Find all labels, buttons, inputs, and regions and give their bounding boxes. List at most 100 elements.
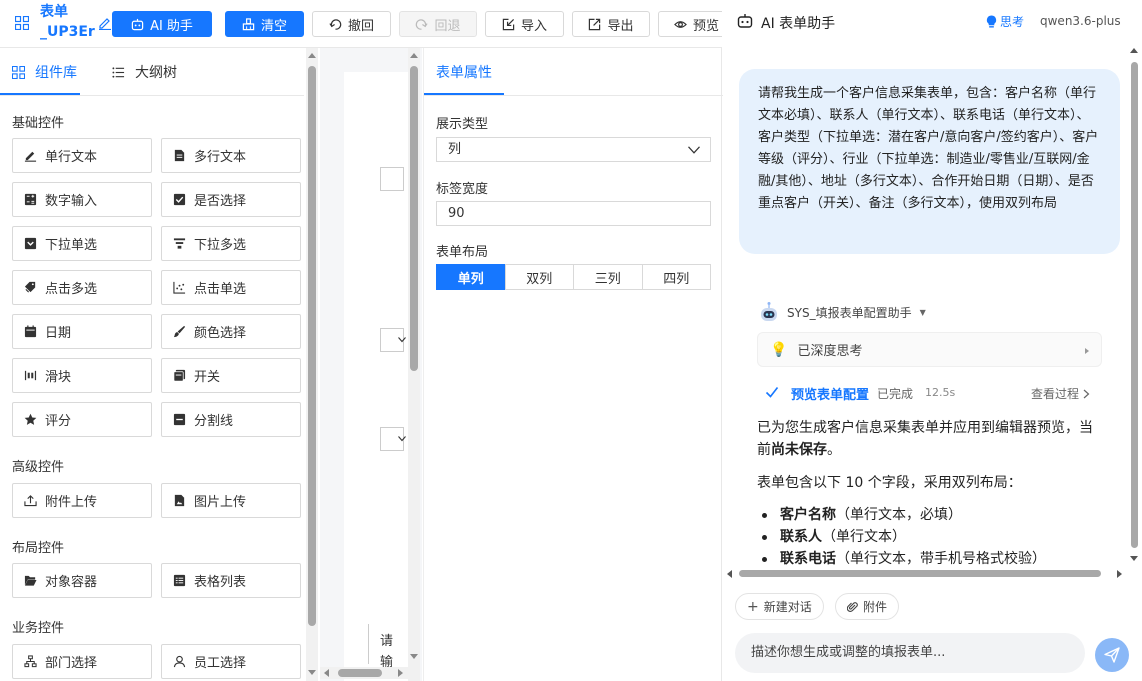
chat-h-scrollbar[interactable] <box>723 568 1128 580</box>
upload-icon <box>24 495 37 507</box>
thinking-label: 已深度思考 <box>797 344 863 359</box>
canvas-h-scroll-thumb[interactable] <box>338 669 382 677</box>
comp-attachment-upload[interactable]: 附件上传 <box>12 483 152 518</box>
comp-table-list[interactable]: 表格列表 <box>161 563 301 598</box>
scroll-left-arrow-icon[interactable] <box>727 570 732 578</box>
comp-click-single[interactable]: 点击单选 <box>161 270 301 305</box>
edit-pencil-icon[interactable] <box>98 16 112 30</box>
checkbox-icon <box>173 193 186 206</box>
model-selector[interactable]: qwen3.6-plus <box>1040 14 1121 28</box>
comp-label: 图片上传 <box>194 495 247 510</box>
palette-scroll-thumb[interactable] <box>308 66 316 626</box>
scroll-up-arrow-icon[interactable] <box>1130 48 1138 53</box>
comp-image-upload[interactable]: 图片上传 <box>161 483 301 518</box>
check-icon <box>765 387 779 398</box>
comp-number-input[interactable]: 数字输入 <box>12 182 152 217</box>
send-button[interactable] <box>1095 638 1129 672</box>
tab-outline-label: 大纲树 <box>135 65 177 81</box>
chat-scroll-thumb[interactable] <box>1131 62 1138 548</box>
think-label: 思考 <box>1000 15 1025 29</box>
comp-dropdown-multi[interactable]: 下拉多选 <box>161 226 301 261</box>
bot-name: SYS_填报表单配置助手 <box>787 305 912 320</box>
comp-single-line-text[interactable]: 单行文本 <box>12 138 152 173</box>
attach-button[interactable]: 附件 <box>835 593 900 620</box>
comp-yes-no-select[interactable]: 是否选择 <box>161 182 301 217</box>
label-width-input[interactable]: 90 <box>436 201 711 226</box>
comp-department-select[interactable]: 部门选择 <box>12 644 152 679</box>
comp-dropdown-single[interactable]: 下拉单选 <box>12 226 152 261</box>
comp-divider[interactable]: 分割线 <box>161 402 301 437</box>
chat-input[interactable]: 描述你想生成或调整的填报表单... <box>735 633 1085 673</box>
comp-date[interactable]: 日期 <box>12 314 152 349</box>
step-name[interactable]: 预览表单配置 <box>791 384 869 403</box>
display-type-value: 列 <box>448 142 462 157</box>
bot-identity[interactable]: SYS_填报表单配置助手 ▼ <box>759 301 926 323</box>
scroll-up-arrow-icon[interactable] <box>410 53 418 58</box>
scroll-down-arrow-icon[interactable] <box>410 654 418 659</box>
new-chat-button[interactable]: + 新建对话 <box>735 593 824 620</box>
redo-button[interactable]: 回退 <box>399 11 477 37</box>
canvas-scroll-thumb[interactable] <box>410 66 418 371</box>
tab-components[interactable]: 组件库 <box>12 62 77 82</box>
layout-option-quad[interactable]: 四列 <box>641 264 711 290</box>
scroll-right-arrow-icon[interactable] <box>398 669 403 677</box>
clear-button[interactable]: 清空 <box>225 11 304 37</box>
list-item: 联系电话（单行文本，带手机号格式校验） <box>757 548 1102 570</box>
scroll-down-arrow-icon[interactable] <box>1130 556 1138 561</box>
scroll-left-arrow-icon[interactable] <box>324 669 329 677</box>
scroll-down-arrow-icon[interactable] <box>308 670 316 675</box>
canvas-field-box[interactable] <box>380 167 404 191</box>
canvas-select-box[interactable] <box>380 328 406 352</box>
layout-option-double[interactable]: 双列 <box>504 264 574 290</box>
field-name: 客户名称 <box>780 507 836 523</box>
tab-form-properties[interactable]: 表单属性 <box>436 62 492 82</box>
comp-switch[interactable]: 开关 <box>161 358 301 393</box>
ai-helper-button[interactable]: AI 助手 <box>112 11 212 37</box>
comp-label: 对象容器 <box>45 575 98 590</box>
canvas-scrollbar[interactable] <box>408 48 420 681</box>
comp-object-container[interactable]: 对象容器 <box>12 563 152 598</box>
group-title-basic: 基础控件 <box>12 116 65 131</box>
star-icon <box>24 413 37 425</box>
chat-scrollbar[interactable] <box>1128 44 1140 566</box>
thinking-collapsible[interactable]: 💡 已深度思考 <box>757 332 1102 367</box>
comp-color-picker[interactable]: 颜色选择 <box>161 314 301 349</box>
view-process-link[interactable]: 查看过程 <box>1031 385 1090 402</box>
paperclip-icon <box>847 601 858 612</box>
comp-rating[interactable]: 评分 <box>12 402 152 437</box>
comp-click-multi[interactable]: 点击多选 <box>12 270 152 305</box>
lightbulb-icon: 💡 <box>770 341 788 358</box>
field-desc: （单行文本，带手机号格式校验） <box>836 551 1046 567</box>
grid-icon <box>12 65 25 79</box>
palette-scrollbar[interactable] <box>306 48 318 681</box>
display-type-select[interactable]: 列 <box>436 137 711 162</box>
layout-option-triple[interactable]: 三列 <box>573 264 643 290</box>
user-message-bubble: 请帮我生成一个客户信息采集表单，包含：客户名称（单行文本必填）、联系人（单行文本… <box>739 69 1120 254</box>
tag-icon <box>24 281 36 293</box>
export-button[interactable]: 导出 <box>572 11 650 37</box>
think-toggle[interactable]: 思考 <box>986 13 1024 30</box>
comp-label: 分割线 <box>194 414 234 429</box>
tab-outline[interactable]: 大纲树 <box>112 62 177 82</box>
comp-label: 点击多选 <box>45 282 98 297</box>
scroll-up-arrow-icon[interactable] <box>308 53 316 58</box>
chat-h-scroll-thumb[interactable] <box>739 570 1101 577</box>
comp-label: 颜色选择 <box>194 326 247 341</box>
filter-icon <box>173 238 186 249</box>
comp-multi-line-text[interactable]: 多行文本 <box>161 138 301 173</box>
preview-button[interactable]: 预览 <box>658 11 722 37</box>
layout-option-single[interactable]: 单列 <box>436 264 506 290</box>
undo-button[interactable]: 撤回 <box>312 11 391 37</box>
field-desc: （单行文本，必填） <box>836 507 962 523</box>
top-toolbar: 表单_UP3Er AI 助手 清空 撤回 回退 导入 导出 预览 <box>0 0 722 48</box>
switch-icon <box>173 369 186 382</box>
canvas-select-box[interactable] <box>380 427 406 451</box>
scroll-right-arrow-icon[interactable] <box>1117 570 1122 578</box>
comp-label: 单行文本 <box>45 150 98 165</box>
comp-label: 下拉多选 <box>194 238 247 253</box>
canvas-h-scrollbar[interactable] <box>320 667 408 679</box>
comp-label: 开关 <box>194 370 221 385</box>
comp-slider[interactable]: 滑块 <box>12 358 152 393</box>
import-button[interactable]: 导入 <box>485 11 564 37</box>
comp-employee-select[interactable]: 员工选择 <box>161 644 301 679</box>
